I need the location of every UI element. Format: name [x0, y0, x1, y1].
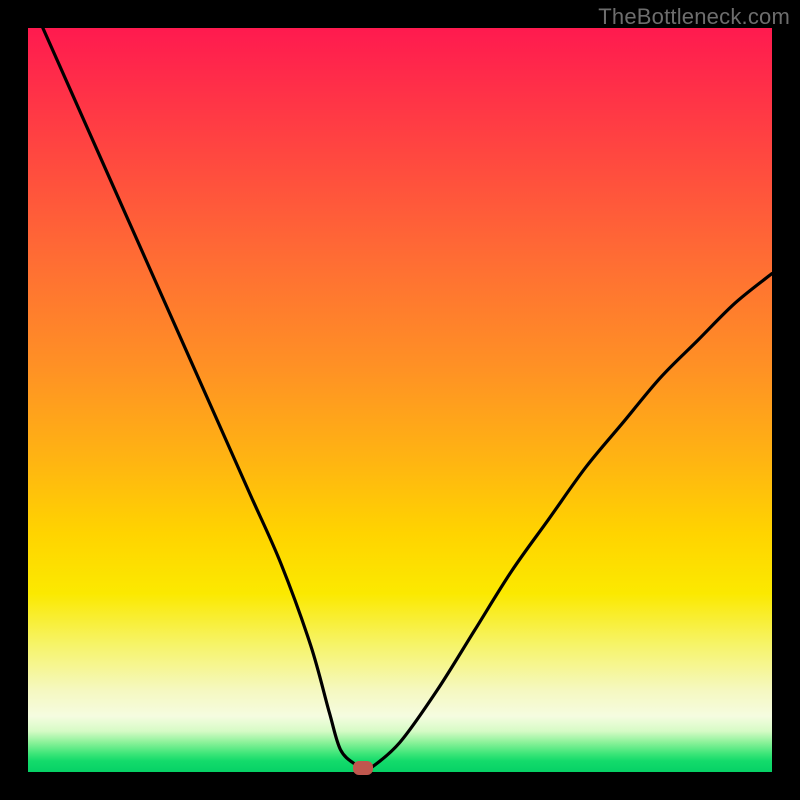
chart-plot-area	[28, 28, 772, 772]
bottleneck-curve	[28, 28, 772, 772]
optimum-marker	[353, 761, 373, 775]
chart-frame: TheBottleneck.com	[0, 0, 800, 800]
source-label: TheBottleneck.com	[598, 4, 790, 30]
